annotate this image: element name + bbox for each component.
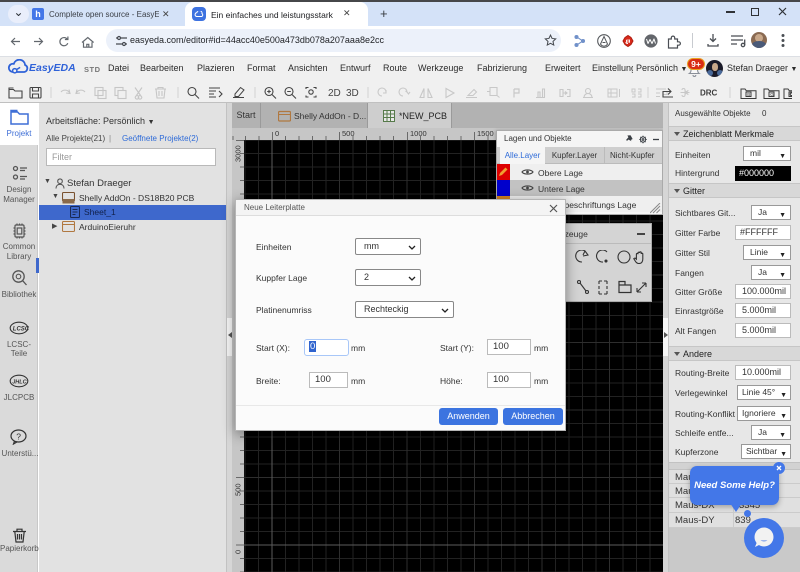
svg-text:DRC: DRC	[700, 89, 718, 98]
svg-text:?: ?	[16, 431, 21, 441]
svg-text:G: G	[770, 92, 774, 97]
svg-text:3D: 3D	[346, 88, 359, 99]
svg-text:3000: 3000	[234, 145, 243, 162]
svg-text:0: 0	[275, 129, 279, 138]
svg-text:JHLC: JHLC	[12, 379, 27, 385]
svg-text:LCSC: LCSC	[13, 326, 29, 332]
svg-text:0: 0	[234, 550, 243, 554]
svg-text:1000: 1000	[410, 129, 427, 138]
svg-text:B: B	[747, 92, 750, 97]
svg-text:500: 500	[234, 483, 243, 496]
svg-text:500: 500	[342, 129, 355, 138]
svg-text:2D: 2D	[328, 88, 341, 99]
svg-text:1500: 1500	[477, 129, 494, 138]
